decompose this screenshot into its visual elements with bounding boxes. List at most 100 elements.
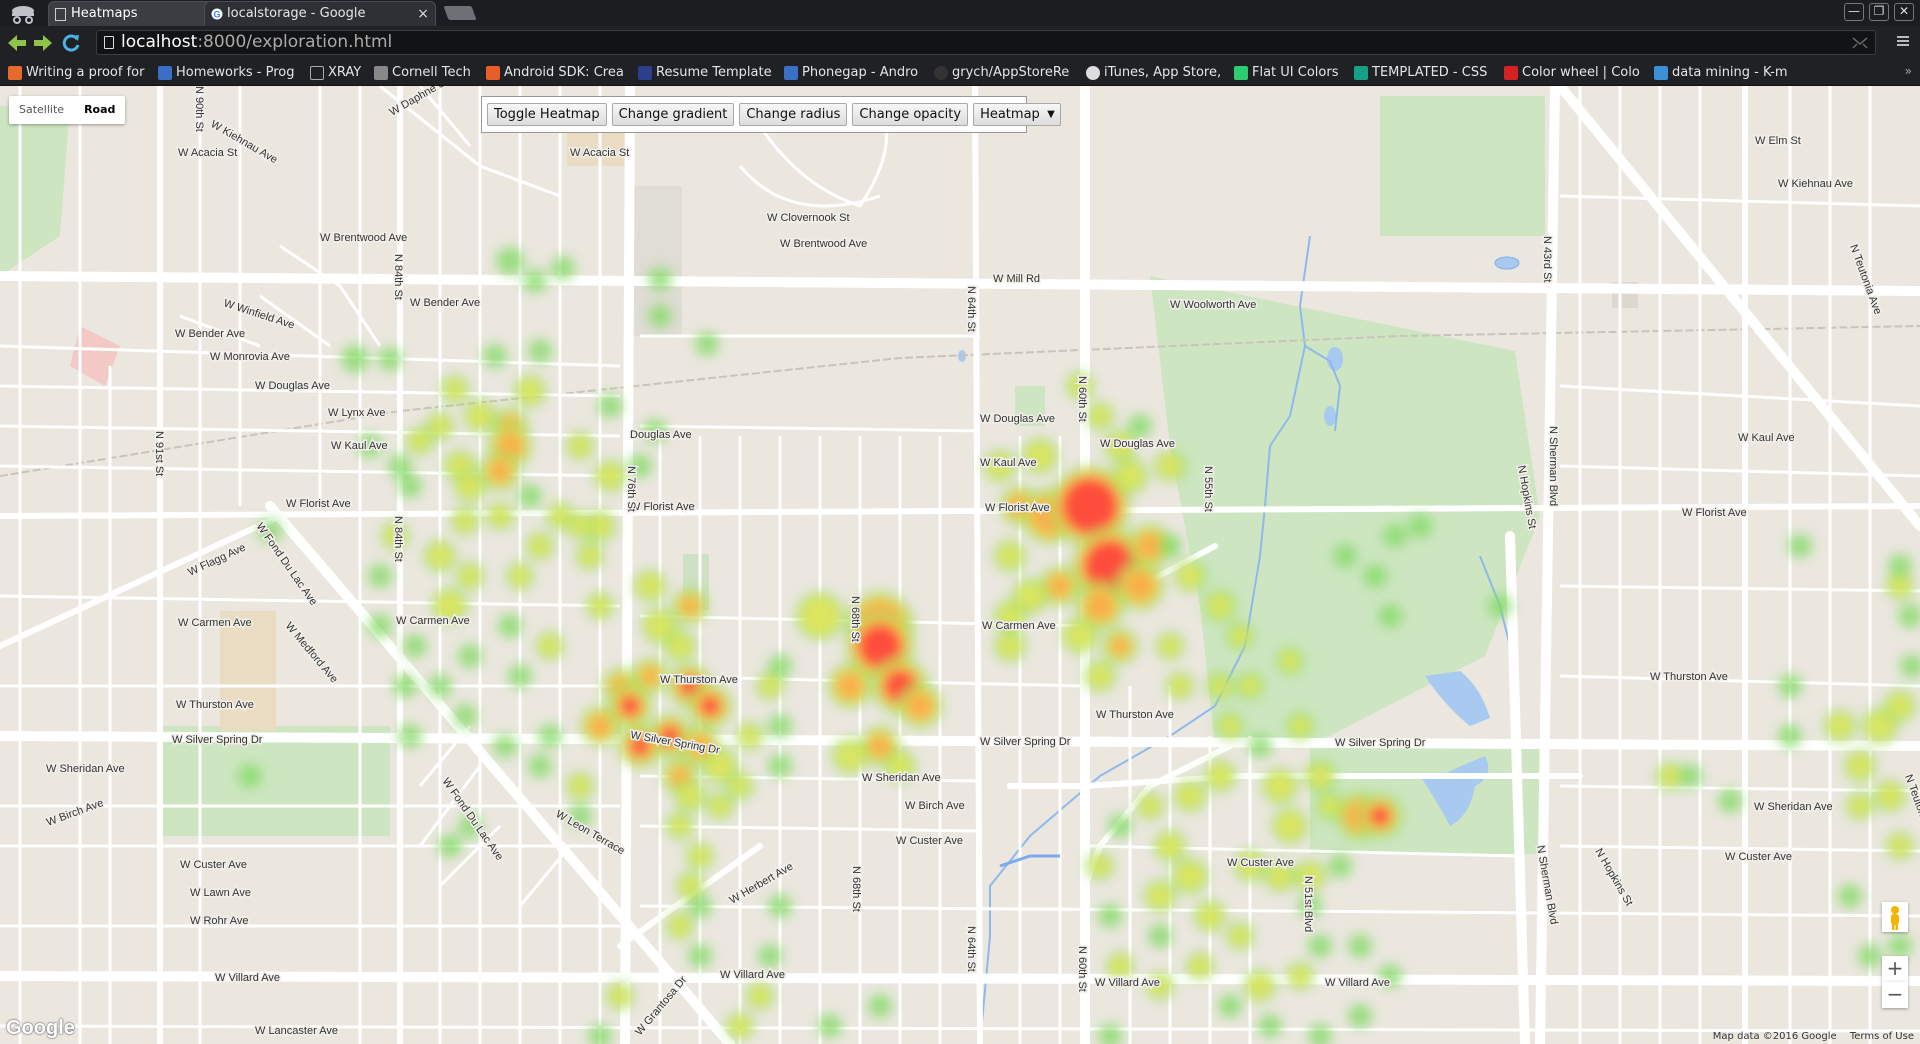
heat-point (1488, 594, 1512, 618)
street-label: W Birch Ave (905, 800, 965, 812)
tab-localstorage[interactable]: G localstorage - Google × (204, 1, 436, 26)
heat-point (428, 544, 452, 568)
heat-point (668, 634, 692, 658)
page-icon (310, 66, 324, 80)
zoom-out-button[interactable]: − (1882, 982, 1908, 1008)
street-label: W Kiehnau Ave (1778, 178, 1853, 190)
heat-point (1890, 836, 1910, 856)
close-window-button[interactable]: ✕ (1894, 3, 1914, 21)
map-attribution: Map data ©2016 Google Terms of Use (1703, 1031, 1914, 1042)
street-label: W Mill Rd (993, 273, 1040, 285)
forward-icon[interactable] (30, 30, 56, 56)
toggle-heatmap-button[interactable]: Toggle Heatmap (487, 103, 607, 126)
heat-point (1898, 604, 1920, 628)
bookmark-icon (1354, 66, 1368, 80)
heat-point (1230, 926, 1250, 946)
heat-point (836, 672, 864, 700)
close-tab-icon[interactable]: × (417, 2, 429, 26)
bookmark-item[interactable]: Android SDK: Crea (484, 60, 628, 86)
heat-point (1276, 812, 1304, 840)
change-radius-button[interactable]: Change radius (739, 103, 848, 126)
new-tab-button[interactable] (443, 6, 477, 20)
street-labels: W Mill Rd W Woolworth Ave W Florist Ave … (43, 86, 1920, 1039)
extension-icon[interactable] (1851, 35, 1869, 51)
heat-point (588, 714, 612, 738)
bookmark-folder[interactable]: Cornell Tech (372, 60, 480, 86)
heat-point (1900, 654, 1920, 678)
street-label: W Silver Spring Dr (1335, 737, 1426, 749)
bookmark-item[interactable]: TEMPLATED - CSS (1352, 60, 1492, 86)
minimize-button[interactable]: — (1844, 3, 1864, 21)
street-label: W Sheridan Ave (1754, 801, 1833, 813)
tab-title: Heatmaps (71, 6, 138, 21)
more-bookmarks-icon[interactable]: » (1905, 64, 1912, 78)
heat-point (598, 394, 622, 418)
heat-point (998, 544, 1022, 568)
street-label: W Douglas Ave (1100, 438, 1175, 450)
street-label: W Clovernook St (767, 212, 850, 224)
map-canvas[interactable]: W Mill Rd W Woolworth Ave W Florist Ave … (0, 86, 1920, 1044)
menu-icon[interactable] (1896, 34, 1910, 48)
bookmark-item[interactable]: data mining - K-m (1652, 60, 1794, 86)
bookmark-item[interactable]: XRAY (308, 60, 368, 86)
change-gradient-button[interactable]: Change gradient (611, 103, 735, 126)
reload-icon[interactable] (58, 30, 84, 56)
heat-point (393, 674, 417, 698)
heat-point (1178, 784, 1202, 808)
bookmark-item[interactable]: Homeworks - Prog (156, 60, 294, 86)
street-view-pegman[interactable] (1882, 902, 1908, 932)
street-label: W Sheridan Ave (862, 772, 941, 784)
back-icon[interactable] (4, 30, 30, 56)
mode-select-value: Heatmap (980, 107, 1040, 122)
street-label: W Thurston Ave (1096, 709, 1174, 721)
change-opacity-button[interactable]: Change opacity (852, 103, 969, 126)
heat-point (706, 752, 734, 780)
heat-point (1098, 904, 1122, 928)
street-label: W Douglas Ave (255, 380, 330, 392)
heat-point (1888, 934, 1912, 958)
zoom-in-button[interactable]: + (1882, 956, 1908, 982)
heat-point (1240, 676, 1260, 696)
heat-point (1850, 796, 1870, 816)
bookmark-icon (486, 66, 500, 80)
bookmark-item[interactable]: Flat UI Colors (1232, 60, 1352, 86)
heat-point (1858, 944, 1882, 968)
page-icon (104, 36, 114, 49)
heat-point (453, 704, 477, 728)
satellite-button[interactable]: Satellite (9, 96, 74, 124)
address-bar[interactable]: localhost:8000/exploration.html (96, 30, 1876, 55)
street-label: W Lynx Ave (328, 407, 385, 419)
street-label: N Hopkins St (1592, 847, 1634, 909)
heat-point (438, 834, 462, 858)
road-button[interactable]: Road (74, 96, 125, 124)
street-label: W Brentwood Ave (780, 238, 867, 250)
heatmap-layer (238, 247, 1920, 1044)
heat-point (1888, 554, 1912, 578)
heat-point (1128, 414, 1152, 438)
heat-point (1090, 856, 1110, 876)
bookmark-item[interactable]: iTunes, App Store, (1084, 60, 1224, 86)
terms-link[interactable]: Terms of Use (1850, 1031, 1914, 1042)
restore-button[interactable]: ❐ (1869, 3, 1889, 21)
heat-point (1158, 454, 1182, 478)
bookmark-item[interactable]: grych/AppStoreRe (932, 60, 1072, 86)
heat-point (710, 796, 730, 816)
bookmark-item[interactable]: Writing a proof for (6, 60, 152, 86)
bookmark-item[interactable]: Resume Template (636, 60, 774, 86)
street-label: N 84th St (392, 254, 404, 300)
heat-point (868, 734, 892, 758)
bookmark-item[interactable]: Phonegap - Andro (782, 60, 924, 86)
svg-text:G: G (213, 9, 220, 19)
bookmark-item[interactable]: Color wheel | Colo (1502, 60, 1642, 86)
url-path: :8000/exploration.html (197, 32, 393, 52)
heat-point (1208, 594, 1232, 618)
heat-point (460, 566, 480, 586)
railroad-line (0, 325, 1920, 477)
street-label: W Lancaster Ave (255, 1025, 338, 1037)
incognito-icon (12, 6, 34, 24)
folder-icon (374, 66, 388, 80)
heat-point (768, 714, 792, 738)
heat-point (768, 754, 792, 778)
tab-title: localstorage - Google (227, 6, 366, 21)
mode-select[interactable]: Heatmap ▼ (973, 103, 1061, 126)
